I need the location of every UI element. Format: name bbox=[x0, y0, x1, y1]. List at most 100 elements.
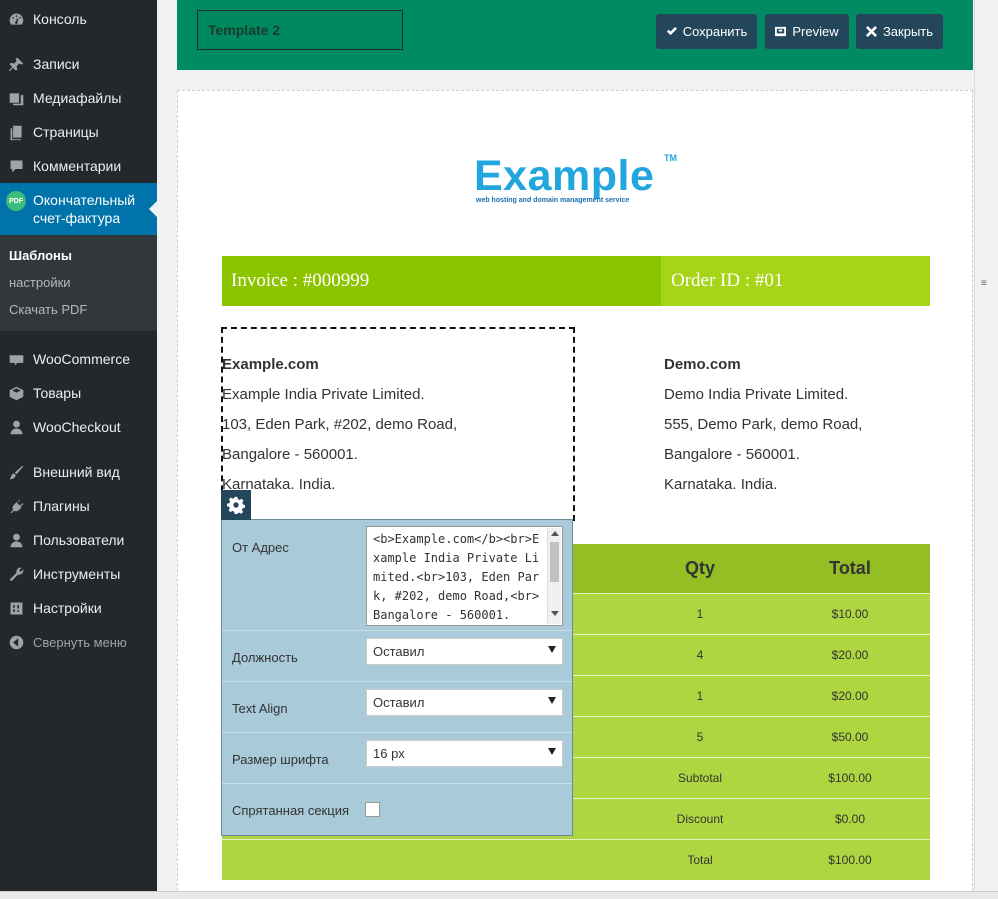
sidebar-item-tools[interactable]: Инструменты bbox=[0, 557, 157, 591]
page-scrollbar[interactable]: ≡ bbox=[974, 0, 998, 891]
sidebar-item-media[interactable]: Медиафайлы bbox=[0, 81, 157, 115]
table-cell: $50.00 bbox=[770, 715, 930, 757]
table-cell: 4 bbox=[630, 633, 770, 675]
save-button[interactable]: Сохранить bbox=[656, 14, 757, 49]
from-line: 103, Eden Park, #202, demo Road, bbox=[222, 416, 458, 433]
sidebar-item-label: Комментарии bbox=[33, 158, 122, 174]
collapse-menu-button[interactable]: Свернуть меню bbox=[0, 625, 157, 659]
template-name-input[interactable]: Template 2 bbox=[197, 10, 403, 50]
window-bottom-edge bbox=[0, 891, 998, 899]
media-icon bbox=[6, 88, 26, 108]
summary-label: Subtotal bbox=[630, 756, 770, 798]
setting-label: Должность bbox=[232, 650, 298, 665]
setting-align-row: Text Align Оставил bbox=[222, 682, 572, 733]
sidebar-submenu: Шаблоны настройки Скачать PDF bbox=[0, 235, 157, 331]
editor-header: Template 2 Сохранить Preview Закрыть bbox=[177, 0, 973, 70]
logo-trademark: TM bbox=[664, 153, 677, 163]
sidebar-item-users[interactable]: Пользователи bbox=[0, 523, 157, 557]
address-textarea[interactable]: <b>Example.com</b><br>Example India Priv… bbox=[366, 526, 563, 626]
sidebar-item-posts[interactable]: Записи bbox=[0, 47, 157, 81]
sidebar-item-settings[interactable]: Настройки bbox=[0, 591, 157, 625]
to-company: Demo.com bbox=[664, 356, 741, 373]
box-icon bbox=[6, 383, 26, 403]
sidebar-item-label: Внешний вид bbox=[33, 464, 120, 480]
woocommerce-icon bbox=[6, 349, 26, 369]
sidebar-item-comments[interactable]: Комментарии bbox=[0, 149, 157, 183]
hidden-section-checkbox[interactable] bbox=[365, 802, 380, 817]
sidebar-item-label: Записи bbox=[33, 56, 80, 72]
textarea-scrollbar[interactable] bbox=[547, 528, 561, 624]
to-line: 555, Demo Park, demo Road, bbox=[664, 416, 863, 433]
admin-sidebar: Консоль Записи Медиафайлы Страницы Комме… bbox=[0, 0, 157, 891]
user-icon bbox=[6, 417, 26, 437]
setting-position-row: Должность Оставил bbox=[222, 631, 572, 682]
to-line: Karnataka. India. bbox=[664, 476, 778, 493]
plugin-icon bbox=[6, 496, 26, 516]
setting-label: Text Align bbox=[232, 701, 288, 716]
scroll-down-icon[interactable] bbox=[551, 611, 559, 616]
close-button[interactable]: Закрыть bbox=[856, 14, 943, 49]
sidebar-item-plugins[interactable]: Плагины bbox=[0, 489, 157, 523]
preview-button[interactable]: Preview bbox=[765, 14, 849, 49]
sidebar-item-final-invoice[interactable]: PDF Окончательный счет-фактура bbox=[0, 183, 157, 235]
text-align-select[interactable]: Оставил bbox=[366, 689, 563, 716]
sidebar-item-dashboard[interactable]: Консоль bbox=[0, 2, 157, 36]
pdf-icon: PDF bbox=[6, 191, 26, 211]
collapse-label: Свернуть меню bbox=[33, 634, 127, 650]
close-icon bbox=[865, 26, 877, 37]
setting-font-size-row: Размер шрифта 16 px bbox=[222, 733, 572, 784]
table-cell: $20.00 bbox=[770, 674, 930, 716]
resize-grip-icon[interactable]: ≡ bbox=[981, 278, 991, 289]
pages-icon bbox=[6, 122, 26, 142]
setting-label: От Адрес bbox=[232, 540, 289, 555]
submenu-settings[interactable]: настройки bbox=[9, 275, 71, 290]
setting-hidden-row: Спрятанная секция bbox=[222, 784, 572, 835]
dropdown-arrow-icon bbox=[548, 697, 556, 704]
scroll-up-icon[interactable] bbox=[551, 531, 559, 536]
order-id: Order ID : #01 bbox=[661, 256, 930, 306]
setting-address-row: От Адрес <b>Example.com</b><br>Example I… bbox=[222, 520, 572, 631]
setting-label: Размер шрифта bbox=[232, 752, 329, 767]
table-header: Qty bbox=[630, 544, 770, 593]
sidebar-item-woocommerce[interactable]: WooCommerce bbox=[0, 342, 157, 376]
users-icon bbox=[6, 530, 26, 550]
sidebar-item-products[interactable]: Товары bbox=[0, 376, 157, 410]
table-header: Total bbox=[770, 544, 930, 593]
gear-icon bbox=[227, 496, 245, 514]
sidebar-item-label: Инструменты bbox=[33, 566, 121, 582]
summary-label: Discount bbox=[630, 797, 770, 839]
company-logo[interactable]: Example TM web hosting and domain manage… bbox=[474, 153, 684, 204]
sidebar-item-label: WooCommerce bbox=[33, 351, 130, 367]
from-line: Bangalore - 560001. bbox=[222, 446, 358, 463]
to-address[interactable]: Demo.com Demo India Private Limited. 555… bbox=[664, 350, 862, 500]
comment-icon bbox=[6, 156, 26, 176]
from-address[interactable]: Example.com Example India Private Limite… bbox=[222, 350, 457, 500]
sidebar-item-label: Страницы bbox=[33, 124, 99, 140]
dropdown-arrow-icon bbox=[548, 646, 556, 653]
element-settings-button[interactable] bbox=[221, 490, 251, 520]
submenu-download-pdf[interactable]: Скачать PDF bbox=[9, 302, 87, 317]
table-cell: $10.00 bbox=[770, 592, 930, 634]
invoice-header-bar[interactable]: Invoice : #000999 Order ID : #01 bbox=[222, 256, 930, 306]
summary-value: $0.00 bbox=[770, 797, 930, 839]
summary-value: $100.00 bbox=[770, 838, 930, 880]
sidebar-item-woocheckout[interactable]: WooCheckout bbox=[0, 410, 157, 444]
sidebar-item-appearance[interactable]: Внешний вид bbox=[0, 455, 157, 489]
preview-icon bbox=[775, 26, 787, 37]
to-line: Demo India Private Limited. bbox=[664, 386, 849, 403]
position-select[interactable]: Оставил bbox=[366, 638, 563, 665]
dropdown-arrow-icon bbox=[548, 748, 556, 755]
sidebar-item-label: Пользователи bbox=[33, 532, 125, 548]
table-cell: $20.00 bbox=[770, 633, 930, 675]
logo-text: Example bbox=[474, 152, 655, 200]
sidebar-item-label: WooCheckout bbox=[33, 419, 121, 435]
scroll-thumb[interactable] bbox=[550, 542, 559, 582]
collapse-icon bbox=[6, 632, 26, 652]
element-settings-panel: От Адрес <b>Example.com</b><br>Example I… bbox=[221, 519, 573, 836]
table-cell: 1 bbox=[630, 674, 770, 716]
summary-label: Total bbox=[630, 838, 770, 880]
setting-label: Спрятанная секция bbox=[232, 803, 349, 818]
font-size-select[interactable]: 16 px bbox=[366, 740, 563, 767]
submenu-templates[interactable]: Шаблоны bbox=[9, 248, 72, 263]
sidebar-item-pages[interactable]: Страницы bbox=[0, 115, 157, 149]
